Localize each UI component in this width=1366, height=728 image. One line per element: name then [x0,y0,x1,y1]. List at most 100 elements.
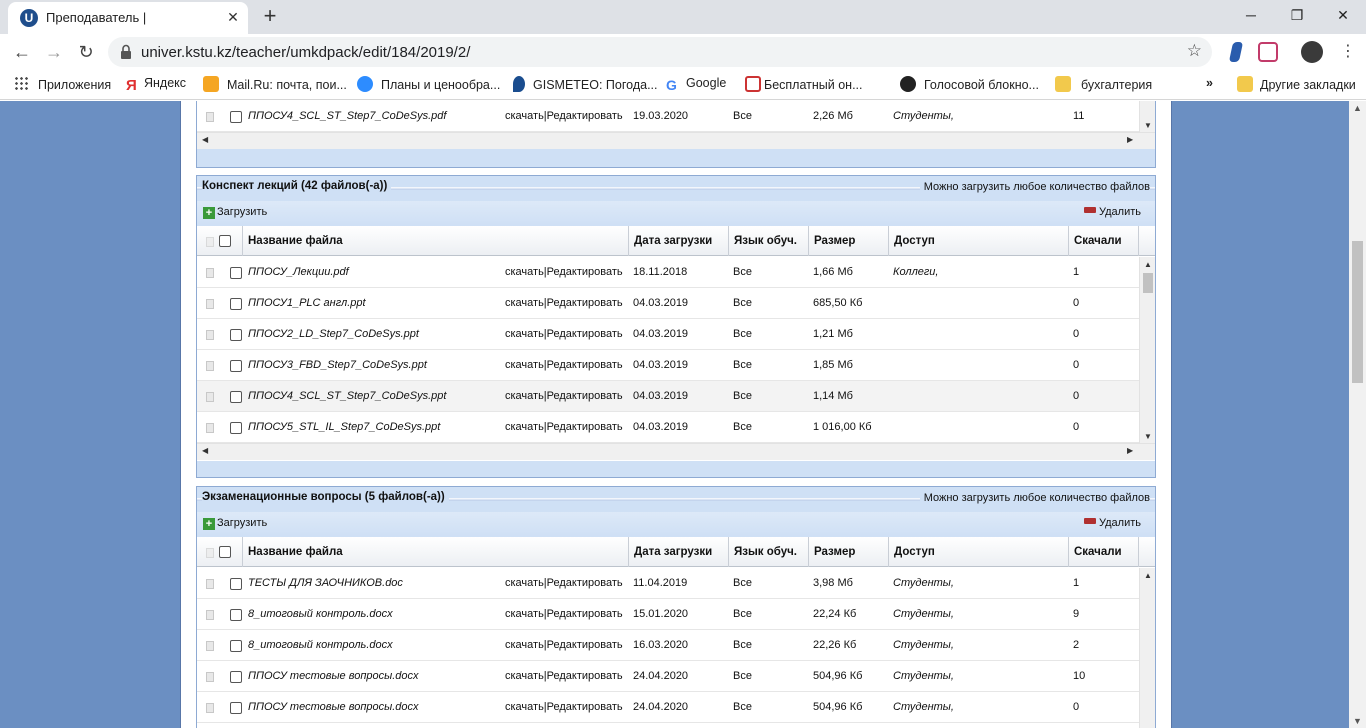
scroll-down-icon[interactable]: ▼ [1140,432,1156,441]
page-scrollbar-thumb[interactable] [1352,241,1363,383]
column-header-access[interactable]: Доступ [889,226,1069,256]
file-name[interactable]: 8_итоговый контроль.docx [248,599,393,630]
file-actions-links[interactable]: скачать|Редактировать [505,661,623,692]
file-name[interactable]: ППОСУ_Лекции.pdf [248,257,349,288]
table-row[interactable]: ТЕСТЫ ДЛЯ ЗАОЧНИКОВ.doc скачать|Редактиро… [197,568,1139,599]
file-name[interactable]: ППОСУ тестовые вопросы.docx [248,692,419,723]
pen-extension-icon[interactable] [1228,42,1244,62]
file-name[interactable]: ППОСУ4_SCL_ST_Step7_CoDeSys.pdf [248,101,446,132]
row-checkbox[interactable] [230,640,242,652]
file-name[interactable]: ППОСУ тестовые вопросы.docx [248,661,419,692]
scroll-down-icon[interactable]: ▼ [1140,121,1156,130]
browser-tab[interactable]: U Преподаватель | ✕ [8,2,248,34]
file-actions-links[interactable]: скачать|Редактировать [505,692,623,723]
file-actions-links[interactable]: скачать|Редактировать [505,381,623,412]
restore-window-icon[interactable]: ❐ [1274,0,1320,30]
file-actions-links[interactable]: скачать|Редактировать [505,288,623,319]
table-row[interactable]: ППОСУ3_FBD_Step7_CoDeSys.ppt скачать|Реда… [197,350,1139,381]
table-row[interactable]: ППОСУ4_SCL_ST_Step7_CoDeSys.ppt скачать|Р… [197,381,1139,412]
page-scroll-up-icon[interactable]: ▲ [1349,103,1366,113]
bookmark-yandex[interactable]: Я Яндекс [126,76,186,94]
delete-button[interactable]: Удалить [1084,517,1141,529]
file-actions-links[interactable]: скачать|Редактировать [505,599,623,630]
bookmark-zoom[interactable]: Планы и ценообра... [357,76,500,94]
column-header-language[interactable]: Язык обуч. [729,226,809,256]
table-row[interactable]: ППОСУ5_STL_IL_Step7_CoDeSys.ppt скачать|Р… [197,412,1139,443]
file-actions-links[interactable]: скачать|Редактировать [505,319,623,350]
scroll-up-icon[interactable]: ▲ [1140,260,1156,269]
upload-button[interactable]: + Загрузить [203,517,267,530]
grid-vertical-scrollbar[interactable]: ▼ [1139,101,1155,132]
scroll-left-icon[interactable]: ◀ [202,446,208,455]
bookmark-voice-notepad[interactable]: Голосовой блокно... [900,76,1039,94]
grid-horizontal-scrollbar[interactable]: ◀ ▶ [197,132,1155,149]
column-header-size[interactable]: Размер [809,537,889,567]
close-tab-icon[interactable]: ✕ [224,8,242,26]
bookmark-star-icon[interactable]: ☆ [1187,41,1202,61]
table-row[interactable]: ППОСУ4_SCL_ST_Step7_CoDeSys.pdf скачать|… [197,101,1139,132]
file-name[interactable]: ППОСУ4_SCL_ST_Step7_CoDeSys.ppt [248,381,446,412]
row-checkbox[interactable] [230,671,242,683]
column-header-downloads[interactable]: Скачали [1069,537,1139,567]
row-checkbox[interactable] [230,578,242,590]
file-actions-links[interactable]: скачать|Редактировать [505,257,623,288]
row-checkbox[interactable] [230,360,242,372]
bookmark-apps[interactable]: Приложения [14,76,111,94]
instagram-extension-icon[interactable] [1258,42,1278,62]
reload-icon[interactable]: ↻ [72,38,100,66]
row-checkbox[interactable] [230,111,242,123]
more-menu-icon[interactable]: ⋮ [1334,38,1362,66]
select-all-checkbox[interactable] [219,235,231,247]
table-row[interactable]: ППОСУ тестовые вопросы.docx скачать|Редак… [197,661,1139,692]
file-actions-links[interactable]: скачать|Редактировать [505,568,623,599]
back-arrow-icon[interactable]: ← [8,38,36,66]
table-row[interactable]: 8_итоговый контроль.docx скачать|Редактир… [197,630,1139,661]
column-header-downloads[interactable]: Скачали [1069,226,1139,256]
more-bookmarks-button[interactable]: » [1206,76,1213,94]
column-header-date[interactable]: Дата загрузки [629,226,729,256]
file-actions-links[interactable]: скачать|Редактировать [505,350,623,381]
page-vertical-scrollbar[interactable]: ▲ ▼ [1349,101,1366,728]
delete-button[interactable]: Удалить [1084,206,1141,218]
scroll-up-icon[interactable]: ▲ [1140,571,1156,580]
bookmark-gismeteo[interactable]: GISMETEO: Погода... [513,76,658,94]
profile-avatar[interactable] [1301,41,1323,63]
column-header-name[interactable]: Название файла [242,226,629,256]
forward-arrow-icon[interactable]: → [40,38,68,66]
column-header-language[interactable]: Язык обуч. [729,537,809,567]
file-name[interactable]: ТЕСТЫ ДЛЯ ЗАОЧНИКОВ.doc [248,568,403,599]
column-header-date[interactable]: Дата загрузки [629,537,729,567]
column-header-size[interactable]: Размер [809,226,889,256]
select-all-checkbox[interactable] [219,546,231,558]
file-name[interactable]: ППОСУ5_STL_IL_Step7_CoDeSys.ppt [248,412,440,443]
row-checkbox[interactable] [230,422,242,434]
file-name[interactable]: 8_итоговый контроль.docx [248,630,393,661]
bookmark-folder-accounting[interactable]: бухгалтерия [1055,76,1152,94]
bookmark-google[interactable]: G Google [666,76,726,94]
grid-vertical-scrollbar[interactable]: ▲ ▼ [1139,568,1155,728]
row-checkbox[interactable] [230,391,242,403]
file-actions-links[interactable]: скачать|Редактировать [505,412,623,443]
table-row[interactable]: ППОСУ_Лекции.pdf скачать|Редактировать 18.… [197,257,1139,288]
scroll-left-icon[interactable]: ◀ [202,135,208,144]
upload-button[interactable]: + Загрузить [203,206,267,219]
table-row[interactable]: ППОСУ1_PLC англ.ppt скачать|Редактировать… [197,288,1139,319]
bookmark-chat[interactable]: Бесплатный он... [745,76,863,94]
other-bookmarks-folder[interactable]: Другие закладки [1237,76,1356,94]
scrollbar-thumb[interactable] [1143,273,1153,293]
file-actions-links[interactable]: скачать|Редактировать [505,101,623,132]
row-checkbox[interactable] [230,298,242,310]
file-actions-links[interactable]: скачать|Редактировать [505,630,623,661]
row-checkbox[interactable] [230,702,242,714]
table-row[interactable]: 8_итоговый контроль.docx скачать|Редактир… [197,599,1139,630]
row-checkbox[interactable] [230,609,242,621]
row-checkbox[interactable] [230,329,242,341]
scroll-right-icon[interactable]: ▶ [1127,446,1133,455]
file-name[interactable]: ППОСУ2_LD_Step7_CoDeSys.ppt [248,319,419,350]
close-window-icon[interactable]: ✕ [1320,0,1366,30]
table-row[interactable]: ППОСУ тестовые вопросы.docx скачать|Редак… [197,692,1139,723]
grid-horizontal-scrollbar[interactable]: ◀ ▶ [197,443,1155,460]
table-row[interactable]: ППОСУ2_LD_Step7_CoDeSys.ppt скачать|Редак… [197,319,1139,350]
column-header-access[interactable]: Доступ [889,537,1069,567]
bookmark-mailru[interactable]: Mail.Ru: почта, пои... [203,76,347,94]
